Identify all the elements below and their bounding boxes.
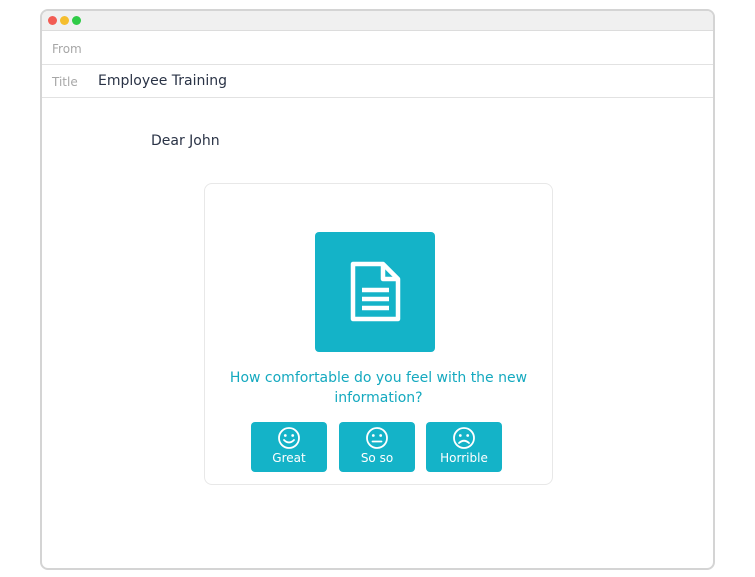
maximize-window-dot[interactable] (72, 16, 81, 25)
smile-icon (278, 427, 300, 449)
neutral-face-icon (366, 427, 388, 449)
horrible-label: Horrible (440, 451, 488, 465)
great-label: Great (272, 451, 306, 465)
email-greeting: Dear John (151, 133, 220, 149)
so-so-label: So so (360, 451, 394, 465)
title-field-row[interactable]: Title Employee Training (42, 65, 713, 98)
close-window-dot[interactable] (48, 16, 57, 25)
survey-card: How comfortable do you feel with the new… (204, 183, 553, 485)
title-value[interactable]: Employee Training (98, 73, 227, 89)
great-button[interactable]: Great (251, 422, 327, 472)
document-icon (350, 261, 401, 322)
document-tile (315, 232, 435, 352)
title-label: Title (52, 75, 78, 89)
minimize-window-dot[interactable] (60, 16, 69, 25)
email-window: From Title Employee Training Dear John H… (40, 9, 715, 570)
horrible-button[interactable]: Horrible (426, 422, 502, 472)
from-field-row[interactable]: From (42, 32, 713, 65)
survey-question: How comfortable do you feel with the new… (229, 370, 528, 406)
window-titlebar (42, 11, 713, 31)
from-label: From (52, 42, 82, 56)
frown-icon (453, 427, 475, 449)
so-so-button[interactable]: So so (339, 422, 415, 472)
